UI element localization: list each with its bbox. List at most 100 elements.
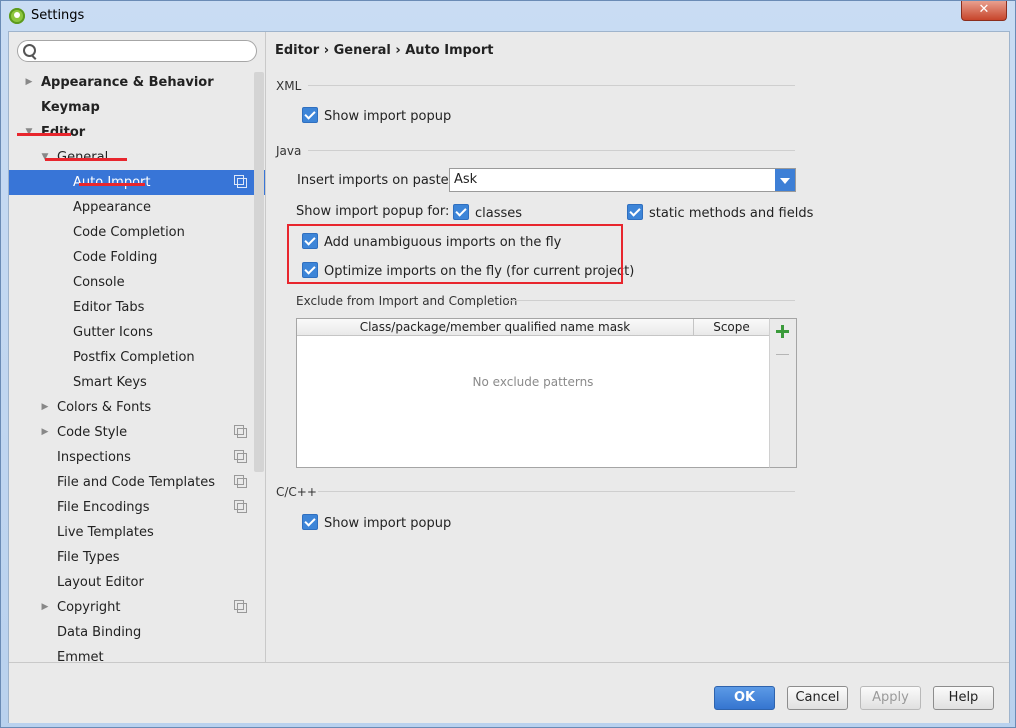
sidebar-item-label: File Encodings: [57, 500, 150, 515]
project-scope-icon: [234, 475, 247, 488]
dialog-footer: OK Cancel Apply Help: [9, 662, 1009, 723]
breadcrumb-editor: Editor: [275, 43, 320, 58]
exclude-table[interactable]: Class/package/member qualified name mask…: [296, 318, 770, 468]
cpp-show-popup-label: Show import popup: [324, 516, 452, 531]
sidebar-item-label: Appearance: [73, 200, 152, 215]
sidebar-item-label: File and Code Templates: [57, 475, 215, 490]
close-button[interactable]: ✕: [961, 1, 1007, 21]
help-button[interactable]: Help: [933, 686, 994, 710]
exclude-title: Exclude from Import and Completion: [296, 294, 518, 308]
breadcrumb-general: General: [333, 43, 391, 58]
sidebar-item-file-and-code-templates[interactable]: File and Code Templates: [9, 470, 265, 495]
sidebar-item-label: Code Folding: [73, 250, 158, 265]
exclude-separator: [506, 300, 795, 301]
annotation-underline-editor: [17, 133, 71, 136]
settings-content: Editor › General › Auto Import XML Show …: [266, 32, 1009, 662]
cpp-section-title: C/C++: [276, 485, 317, 499]
sidebar-item-keymap[interactable]: Keymap: [9, 95, 265, 120]
sidebar-item-layout-editor[interactable]: Layout Editor: [9, 570, 265, 595]
sidebar-item-label: File Types: [57, 550, 120, 565]
static-methods-checkbox[interactable]: [627, 204, 643, 220]
java-section-title: Java: [276, 144, 302, 158]
search-input[interactable]: [40, 42, 254, 60]
remove-icon[interactable]: [776, 354, 789, 355]
expand-right-icon[interactable]: ▶: [39, 395, 51, 420]
sidebar-item-code-folding[interactable]: Code Folding: [9, 245, 265, 270]
sidebar-item-editor-tabs[interactable]: Editor Tabs: [9, 295, 265, 320]
sidebar-item-file-encodings[interactable]: File Encodings: [9, 495, 265, 520]
sidebar-item-console[interactable]: Console: [9, 270, 265, 295]
xml-section-title: XML: [276, 79, 302, 93]
search-box[interactable]: [17, 40, 257, 62]
search-icon: [23, 44, 36, 57]
sidebar-item-label: Console: [73, 275, 125, 290]
sidebar-item-label: Data Binding: [57, 625, 142, 640]
sidebar-item-inspections[interactable]: Inspections: [9, 445, 265, 470]
show-popup-for-label: Show import popup for:: [296, 204, 450, 219]
add-icon[interactable]: [776, 325, 789, 338]
sidebar-item-smart-keys[interactable]: Smart Keys: [9, 370, 265, 395]
breadcrumb-auto-import: Auto Import: [405, 43, 494, 58]
annotation-underline-auto-import: [79, 183, 145, 186]
column-mask-header[interactable]: Class/package/member qualified name mask: [297, 319, 694, 335]
expand-right-icon[interactable]: ▶: [39, 420, 51, 445]
project-scope-icon: [234, 175, 247, 188]
xml-show-popup-row[interactable]: Show import popup: [302, 107, 451, 125]
static-methods-label: static methods and fields: [649, 206, 814, 221]
sidebar-item-copyright[interactable]: ▶ Copyright: [9, 595, 265, 620]
sidebar-item-label: Colors & Fonts: [57, 400, 152, 415]
sidebar-scrollbar[interactable]: [254, 72, 264, 472]
static-methods-row[interactable]: static methods and fields: [627, 204, 813, 222]
project-scope-icon: [234, 500, 247, 513]
sidebar-item-appearance[interactable]: Appearance: [9, 195, 265, 220]
insert-imports-select[interactable]: Ask: [449, 168, 796, 192]
settings-sidebar: ▶Appearance & BehaviorKeymap▼Editor▼Gene…: [9, 32, 266, 662]
ok-button[interactable]: OK: [714, 686, 775, 710]
xml-separator: [308, 85, 795, 86]
window-title: Settings: [31, 8, 85, 23]
sidebar-item-code-style[interactable]: ▶ Code Style: [9, 420, 265, 445]
cpp-show-popup-row[interactable]: Show import popup: [302, 514, 451, 532]
sidebar-item-label: Smart Keys: [73, 375, 147, 390]
cancel-button[interactable]: Cancel: [787, 686, 848, 710]
sidebar-item-label: Appearance & Behavior: [41, 75, 214, 90]
cpp-separator: [318, 491, 795, 492]
breadcrumb-separator: ›: [395, 43, 401, 58]
sidebar-item-code-completion[interactable]: Code Completion: [9, 220, 265, 245]
annotation-highlight-box: [287, 224, 623, 284]
classes-checkbox[interactable]: [453, 204, 469, 220]
breadcrumb: Editor › General › Auto Import: [275, 43, 493, 58]
table-toolbar: [769, 318, 797, 468]
sidebar-item-live-templates[interactable]: Live Templates: [9, 520, 265, 545]
xml-show-popup-checkbox[interactable]: [302, 107, 318, 123]
title-bar: Settings ✕: [1, 1, 1015, 31]
sidebar-item-gutter-icons[interactable]: Gutter Icons: [9, 320, 265, 345]
insert-imports-value: Ask: [454, 172, 478, 187]
classes-label: classes: [475, 206, 523, 221]
sidebar-item-label: Copyright: [57, 600, 121, 615]
sidebar-item-label: Live Templates: [57, 525, 154, 540]
sidebar-item-label: Keymap: [41, 100, 100, 115]
xml-show-popup-label: Show import popup: [324, 109, 452, 124]
empty-table-text: No exclude patterns: [472, 375, 594, 389]
sidebar-item-label: Editor Tabs: [73, 300, 145, 315]
sidebar-item-colors-fonts[interactable]: ▶ Colors & Fonts: [9, 395, 265, 420]
insert-imports-label: Insert imports on paste:: [297, 173, 454, 188]
sidebar-item-label: Postfix Completion: [73, 350, 195, 365]
chevron-down-icon[interactable]: [775, 169, 795, 191]
classes-row[interactable]: classes: [453, 204, 522, 222]
table-header: Class/package/member qualified name mask…: [297, 319, 769, 336]
android-studio-icon: [9, 8, 25, 24]
project-scope-icon: [234, 600, 247, 613]
apply-button[interactable]: Apply: [860, 686, 921, 710]
annotation-underline-general: [45, 158, 127, 161]
column-scope-header[interactable]: Scope: [694, 319, 769, 335]
sidebar-item-appearance-behavior[interactable]: ▶ Appearance & Behavior: [9, 70, 265, 95]
expand-right-icon[interactable]: ▶: [23, 70, 35, 95]
sidebar-item-file-types[interactable]: File Types: [9, 545, 265, 570]
expand-right-icon[interactable]: ▶: [39, 595, 51, 620]
sidebar-item-data-binding[interactable]: Data Binding: [9, 620, 265, 645]
sidebar-item-postfix-completion[interactable]: Postfix Completion: [9, 345, 265, 370]
cpp-show-popup-checkbox[interactable]: [302, 514, 318, 530]
sidebar-item-emmet[interactable]: Emmet: [9, 645, 265, 662]
